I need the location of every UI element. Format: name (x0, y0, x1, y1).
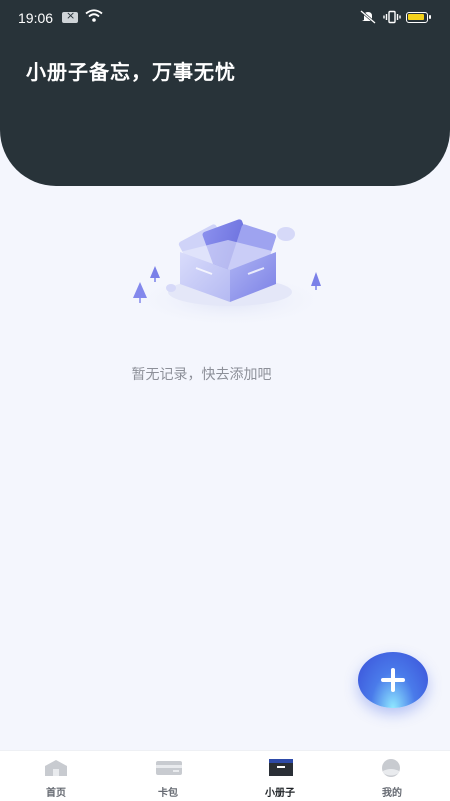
status-time: 19:06 (18, 10, 54, 26)
vibrate-icon (383, 10, 401, 24)
nav-label-home: 首页 (46, 788, 66, 799)
battery-icon (406, 12, 431, 23)
profile-icon (382, 759, 400, 777)
empty-box-illustration (130, 219, 330, 328)
mute-icon (360, 10, 376, 24)
add-button[interactable] (358, 652, 428, 708)
booklet-icon (269, 759, 293, 776)
nav-item-profile[interactable]: 我的 (336, 751, 448, 801)
card-wallet-icon (156, 761, 182, 775)
wifi-icon (85, 9, 103, 22)
page-title: 小册子备忘，万事无忧 (26, 60, 236, 84)
status-bar: 19:06 (0, 0, 450, 36)
nav-item-home[interactable]: 首页 (0, 751, 112, 801)
notification-icon (62, 9, 78, 23)
home-icon (45, 760, 67, 776)
nav-label-booklet: 小册子 (265, 788, 295, 799)
nav-item-card-wallet[interactable]: 卡包 (112, 751, 224, 801)
empty-state-message: 暂无记录，快去添加吧 (131, 367, 272, 383)
plus-icon (381, 668, 405, 692)
nav-label-card-wallet: 卡包 (158, 788, 178, 799)
header: 19:06 小册子备忘，万事无忧 (0, 0, 450, 186)
nav-item-booklet[interactable]: 小册子 (224, 751, 336, 801)
bottom-nav: 首页 卡包 小册子 我的 (0, 750, 450, 801)
nav-label-profile: 我的 (382, 788, 402, 799)
